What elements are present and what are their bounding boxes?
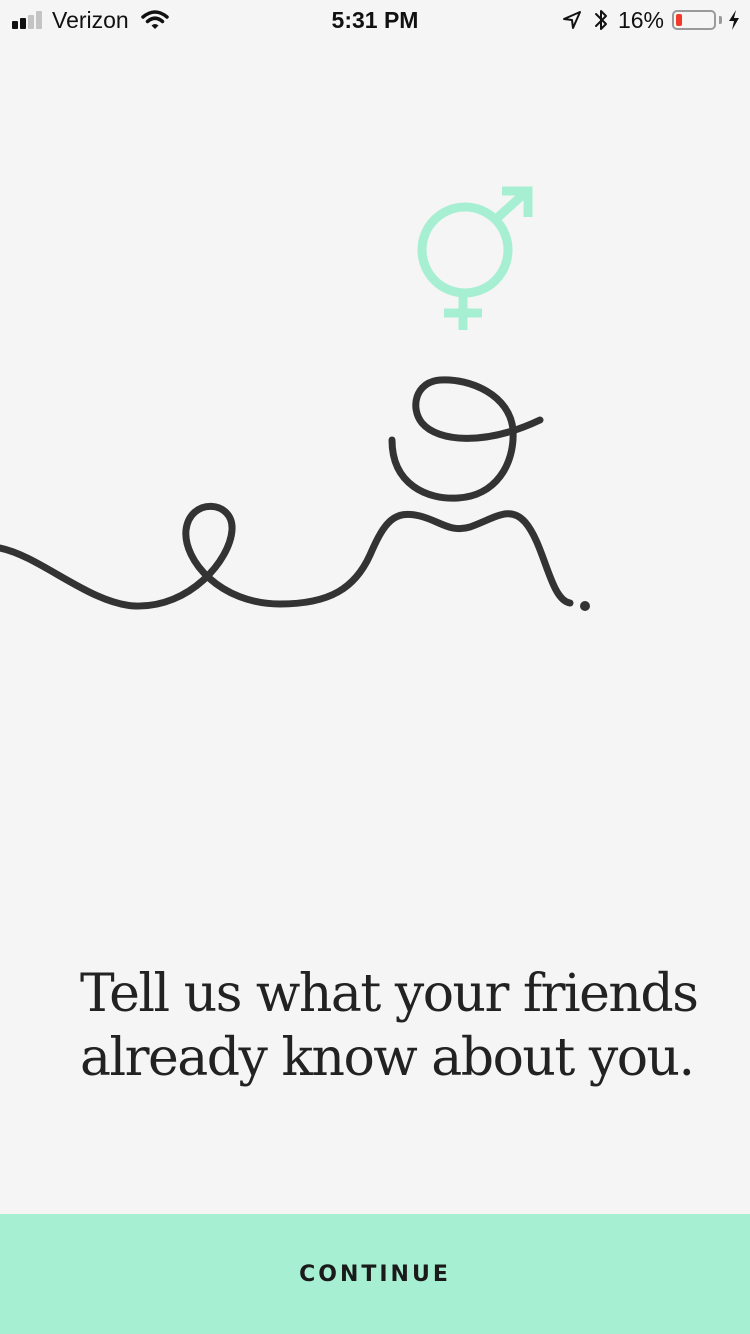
illustration [0, 186, 590, 611]
continue-label: CONTINUE [299, 1261, 451, 1287]
battery-level-fill [676, 14, 682, 26]
continue-button[interactable]: CONTINUE [0, 1214, 750, 1334]
squiggle-line-icon [0, 376, 574, 610]
gender-symbol-icon [417, 186, 533, 330]
battery-icon [672, 10, 716, 30]
line-end-dot [580, 601, 590, 611]
status-bar: Verizon 5:31 PM 16% [0, 0, 750, 40]
charging-bolt-icon [729, 10, 739, 30]
headline: Tell us what your friends already know a… [80, 964, 699, 1088]
bluetooth-icon [594, 10, 607, 30]
battery-nub [719, 16, 722, 24]
status-right: 16% [562, 6, 740, 34]
location-arrow-icon [562, 11, 581, 29]
battery-percent: 16% [617, 6, 664, 33]
